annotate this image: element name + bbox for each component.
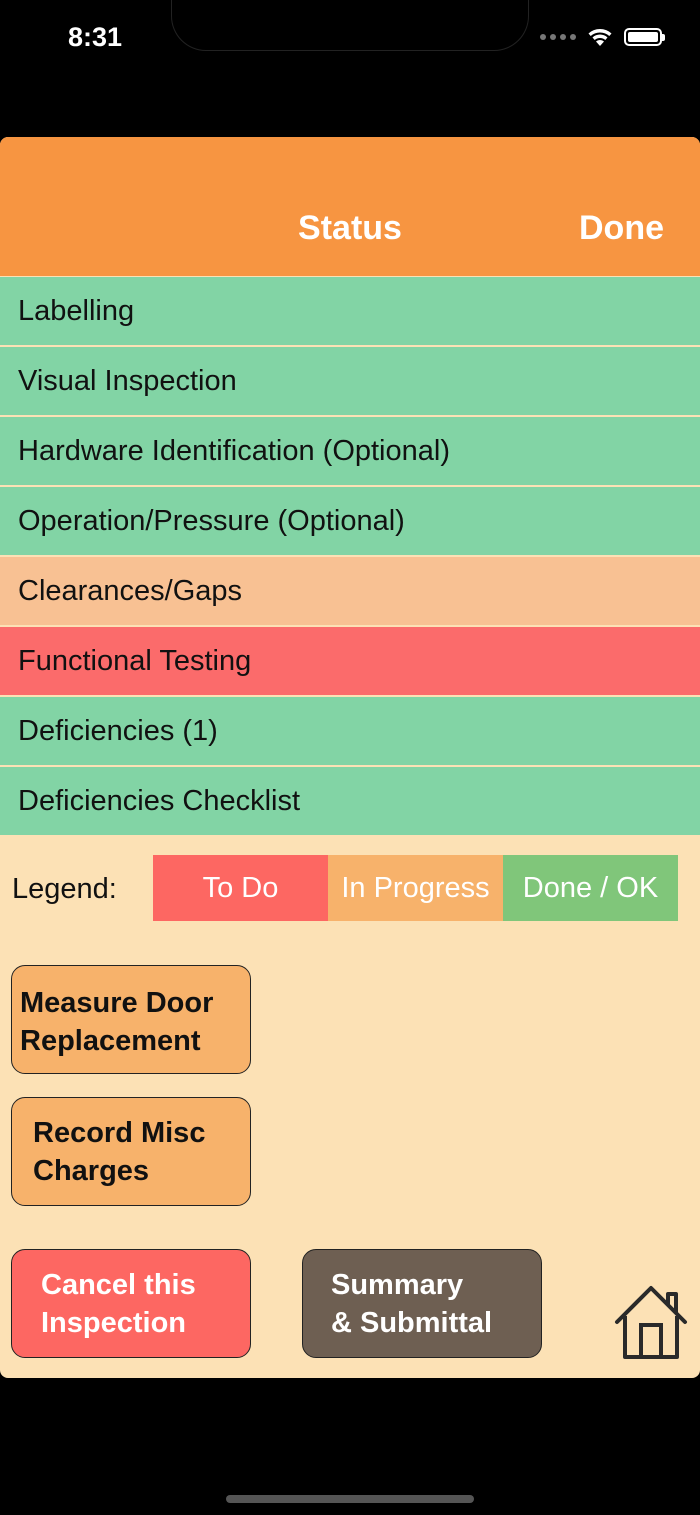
section-label: Deficiencies (1)	[18, 714, 218, 747]
button-label-line1: Record Misc	[33, 1117, 206, 1149]
status-time: 8:31	[68, 22, 123, 52]
battery-icon	[624, 28, 665, 46]
section-label: Clearances/Gaps	[18, 574, 243, 607]
home-indicator	[226, 1495, 474, 1503]
status-bar: 8:31	[0, 0, 700, 80]
section-label: Functional Testing	[18, 644, 252, 677]
section-row-visual-inspection[interactable]: Visual Inspection	[0, 347, 700, 415]
section-row-deficiencies-checklist[interactable]: Deficiencies Checklist	[0, 767, 700, 835]
status-legend: Legend: To Do In Progress Done / OK	[0, 855, 700, 921]
legend-label: Legend:	[12, 873, 117, 905]
summary-submittal-button[interactable]: Summary & Submittal	[302, 1249, 542, 1358]
section-list: Labelling Visual Inspection Hardware Ide…	[0, 277, 700, 837]
section-row-operation-pressure[interactable]: Operation/Pressure (Optional)	[0, 487, 700, 555]
section-row-clearances-gaps[interactable]: Clearances/Gaps	[0, 557, 700, 625]
button-label-line2: & Submittal	[331, 1307, 493, 1339]
section-label: Visual Inspection	[18, 364, 237, 397]
device-frame: 8:31 Status Done Labelling Visual Inspec…	[0, 0, 700, 1515]
cellular-signal-icon	[540, 34, 576, 40]
button-label-line1: Cancel this	[41, 1269, 196, 1301]
section-row-functional-testing[interactable]: Functional Testing	[0, 627, 700, 695]
button-label-line1: Measure Door	[20, 987, 214, 1019]
status-screen: Status Done Labelling Visual Inspection …	[0, 137, 700, 1378]
button-label-line2: Inspection	[41, 1307, 187, 1339]
legend-in-progress: In Progress	[328, 855, 503, 921]
section-label: Hardware Identification (Optional)	[18, 434, 450, 467]
section-row-deficiencies[interactable]: Deficiencies (1)	[0, 697, 700, 765]
section-row-hardware-identification[interactable]: Hardware Identification (Optional)	[0, 417, 700, 485]
cancel-inspection-button[interactable]: Cancel this Inspection	[11, 1249, 251, 1358]
button-label-line1: Summary	[331, 1269, 464, 1301]
device-notch	[172, 0, 528, 50]
section-label: Deficiencies Checklist	[18, 784, 301, 817]
button-label-line2: Charges	[33, 1155, 150, 1187]
section-label: Operation/Pressure (Optional)	[18, 504, 405, 537]
record-misc-charges-button[interactable]: Record Misc Charges	[11, 1097, 251, 1206]
header-bar: Status Done	[0, 137, 700, 276]
measure-door-replacement-button[interactable]: Measure Door Replacement	[11, 965, 251, 1074]
button-label-line2: Replacement	[20, 1025, 201, 1057]
legend-done: Done / OK	[503, 855, 678, 921]
section-label: Labelling	[18, 294, 135, 327]
section-row-labelling[interactable]: Labelling	[0, 277, 700, 345]
home-icon[interactable]	[612, 1282, 690, 1360]
done-button[interactable]: Done	[579, 209, 664, 248]
legend-todo: To Do	[153, 855, 328, 921]
wifi-icon	[588, 29, 612, 46]
status-icons	[540, 26, 665, 48]
